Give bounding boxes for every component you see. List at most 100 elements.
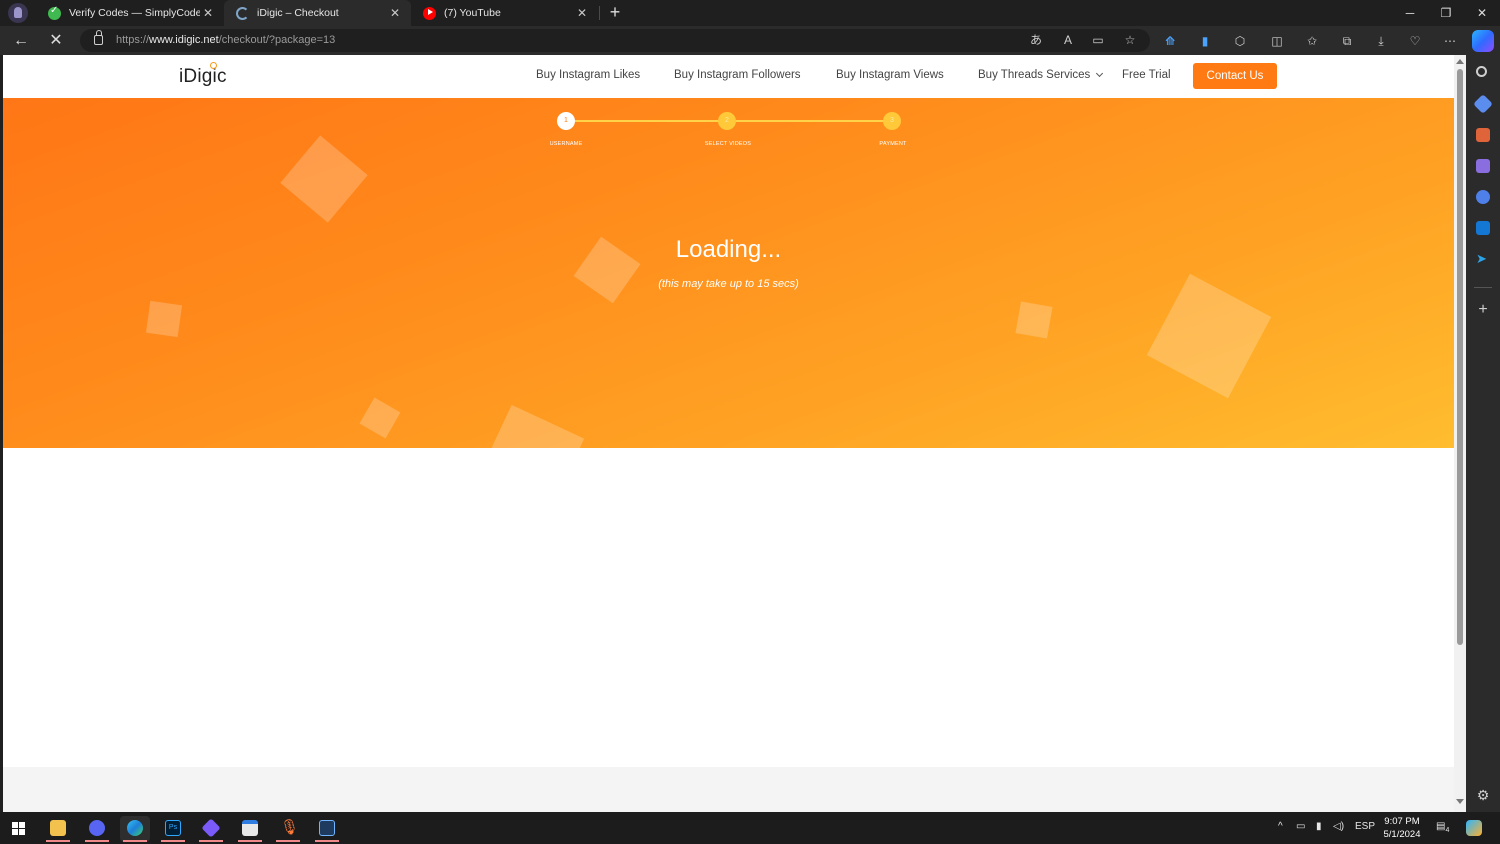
- downloads-icon[interactable]: ⤓: [1371, 31, 1391, 51]
- network-icon[interactable]: ▭: [1296, 821, 1305, 832]
- taskbar-app-purple[interactable]: [196, 816, 226, 842]
- tab-title: (7) YouTube: [444, 7, 501, 19]
- translate-icon[interactable]: あ: [1026, 30, 1046, 50]
- immersive-reader-icon[interactable]: ▭: [1088, 30, 1108, 50]
- extension-icon[interactable]: ⟰: [1160, 31, 1180, 51]
- favorites-icon[interactable]: ✩: [1302, 31, 1322, 51]
- step-connector: [575, 120, 727, 122]
- decor-square: [1146, 273, 1272, 399]
- tray-chevron-up-icon[interactable]: ^: [1278, 821, 1283, 832]
- taskbar-edge[interactable]: [120, 816, 150, 842]
- tab-idigic-checkout[interactable]: iDigic – Checkout ✕: [224, 0, 411, 26]
- taskbar-active-indicator: [123, 840, 147, 842]
- page-scrollbar[interactable]: [1454, 55, 1466, 812]
- tab-title: iDigic – Checkout: [257, 7, 339, 19]
- scroll-up-arrow-icon[interactable]: [1456, 59, 1464, 64]
- minimize-button[interactable]: ─: [1392, 0, 1428, 26]
- decor-square: [280, 135, 368, 223]
- microphone-tray-icon[interactable]: ▮: [1316, 821, 1322, 832]
- windows-start-icon[interactable]: [12, 822, 25, 835]
- address-bar[interactable]: https://www.idigic.net/checkout/?package…: [80, 29, 1150, 52]
- restore-button[interactable]: ❐: [1428, 0, 1464, 26]
- notification-count: 4: [1445, 827, 1450, 834]
- taskbar-clock[interactable]: 9:07 PM 5/1/2024: [1378, 815, 1426, 841]
- stop-loading-button[interactable]: ✕: [45, 30, 67, 52]
- idigic-logo[interactable]: iDigic: [179, 66, 227, 88]
- diamond-app-icon: [201, 818, 221, 838]
- page-viewport: iDigic Buy Instagram Likes Buy Instagram…: [3, 55, 1466, 812]
- favorite-star-icon[interactable]: ☆: [1120, 30, 1140, 50]
- microsoft365-icon[interactable]: [1476, 190, 1490, 204]
- sidebar-settings-gear-icon[interactable]: ⚙: [1476, 788, 1490, 802]
- clock-date: 5/1/2024: [1383, 829, 1421, 840]
- shopping-tag-icon[interactable]: [1473, 94, 1493, 114]
- copilot-taskbar-icon[interactable]: [1466, 820, 1482, 836]
- collections-icon[interactable]: ⧉: [1337, 31, 1357, 51]
- scroll-thumb[interactable]: [1457, 69, 1463, 645]
- notifications-icon[interactable]: ▤4: [1436, 821, 1449, 834]
- tab-simplycodes[interactable]: Verify Codes — SimplyCodes ✕: [36, 0, 224, 26]
- sidebar-search-icon[interactable]: [1476, 66, 1487, 77]
- outlook-icon[interactable]: [1476, 221, 1490, 235]
- add-sidebar-app-icon[interactable]: +: [1476, 302, 1490, 318]
- loading-subtitle: (this may take up to 15 secs): [658, 278, 799, 290]
- tab-youtube[interactable]: (7) YouTube ✕: [411, 0, 598, 26]
- profile-avatar-icon[interactable]: [8, 3, 28, 23]
- logo-spark-icon: [210, 62, 217, 69]
- simplycodes-check-icon: [48, 5, 61, 20]
- close-tab-icon[interactable]: ✕: [387, 6, 403, 20]
- contact-us-button[interactable]: Contact Us: [1193, 63, 1277, 89]
- taskbar-file-explorer[interactable]: [43, 816, 73, 842]
- window-app-icon: [242, 820, 258, 836]
- youtube-icon: [423, 6, 436, 20]
- nav-buy-instagram-followers[interactable]: Buy Instagram Followers: [674, 69, 801, 81]
- taskbar-app-blue[interactable]: [312, 816, 342, 842]
- browser-toolbar: ← ✕ https://www.idigic.net/checkout/?pac…: [0, 26, 1500, 55]
- step-3-dot: 3: [883, 112, 901, 130]
- read-aloud-icon[interactable]: A: [1058, 30, 1078, 50]
- clock-time: 9:07 PM: [1384, 816, 1420, 827]
- copilot-icon[interactable]: [1472, 30, 1494, 52]
- file-explorer-icon: [50, 820, 66, 836]
- taskbar-active-indicator: [238, 840, 262, 842]
- new-tab-button[interactable]: +: [605, 2, 625, 24]
- discord-icon: [89, 820, 105, 836]
- nav-buy-threads-services[interactable]: Buy Threads Services: [978, 69, 1104, 81]
- tab-title: Verify Codes — SimplyCodes: [69, 7, 200, 19]
- step-1-dot: 1: [557, 112, 575, 130]
- extensions-puzzle-icon[interactable]: ⬡: [1230, 31, 1250, 51]
- taskbar-discord[interactable]: [82, 816, 112, 842]
- lock-icon[interactable]: [94, 30, 103, 45]
- scroll-down-arrow-icon[interactable]: [1456, 799, 1464, 804]
- input-language[interactable]: ESP: [1355, 821, 1375, 832]
- taskbar-active-indicator: [199, 840, 223, 842]
- taskbar-active-indicator: [276, 840, 300, 842]
- checkout-hero: 1 2 3 USERNAME SELECT VIDEOS PAYMENT Loa…: [3, 98, 1454, 448]
- taskbar-active-indicator: [161, 840, 185, 842]
- photoshop-icon: Ps: [165, 820, 181, 836]
- volume-icon[interactable]: ◁): [1333, 821, 1344, 832]
- bitwarden-icon[interactable]: ▮: [1195, 31, 1215, 51]
- tools-briefcase-icon[interactable]: [1476, 128, 1490, 142]
- decor-square: [477, 404, 585, 448]
- decor-square: [145, 300, 183, 338]
- tab-strip: Verify Codes — SimplyCodes ✕ iDigic – Ch…: [0, 0, 1500, 26]
- back-button[interactable]: ←: [10, 30, 32, 52]
- step-3-label: PAYMENT: [879, 141, 907, 147]
- nav-free-trial[interactable]: Free Trial: [1122, 69, 1171, 81]
- close-window-button[interactable]: ✕: [1464, 0, 1500, 26]
- close-tab-icon[interactable]: ✕: [200, 6, 216, 20]
- sidebar-divider: [1474, 287, 1492, 288]
- more-menu-icon[interactable]: ⋯: [1440, 31, 1460, 51]
- telegram-icon[interactable]: ➤: [1476, 252, 1490, 266]
- taskbar-photoshop[interactable]: Ps: [158, 816, 188, 842]
- games-icon[interactable]: [1476, 159, 1490, 173]
- taskbar-active-indicator: [315, 840, 339, 842]
- taskbar-app-window[interactable]: [235, 816, 265, 842]
- performance-icon[interactable]: ♡: [1405, 31, 1425, 51]
- taskbar-microphone-app[interactable]: 🎙: [273, 816, 303, 842]
- nav-buy-instagram-likes[interactable]: Buy Instagram Likes: [536, 69, 640, 81]
- nav-buy-instagram-views[interactable]: Buy Instagram Views: [836, 69, 944, 81]
- split-screen-icon[interactable]: ◫: [1267, 31, 1287, 51]
- close-tab-icon[interactable]: ✕: [574, 6, 590, 20]
